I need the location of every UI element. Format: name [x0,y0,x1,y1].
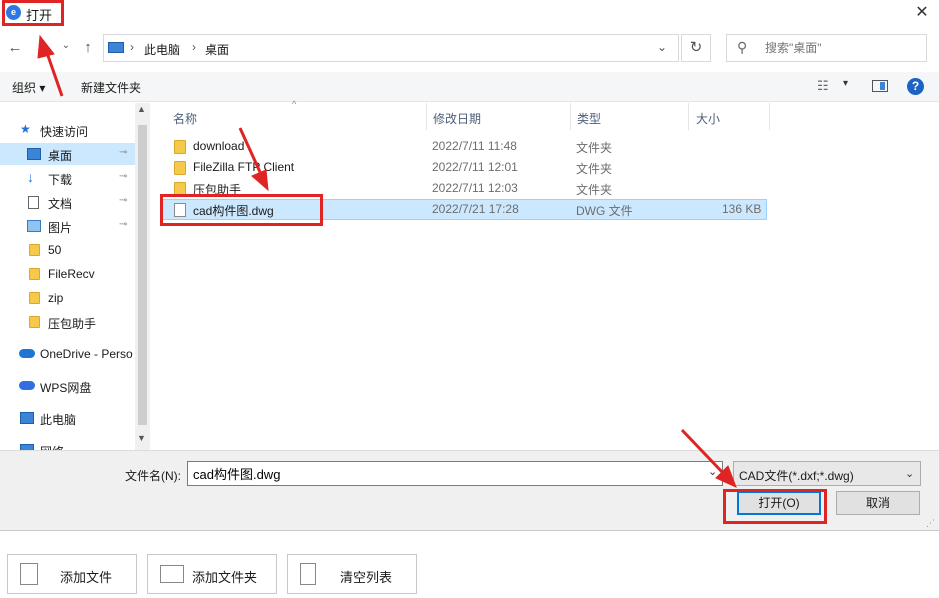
annotation-arrows [37,34,737,488]
